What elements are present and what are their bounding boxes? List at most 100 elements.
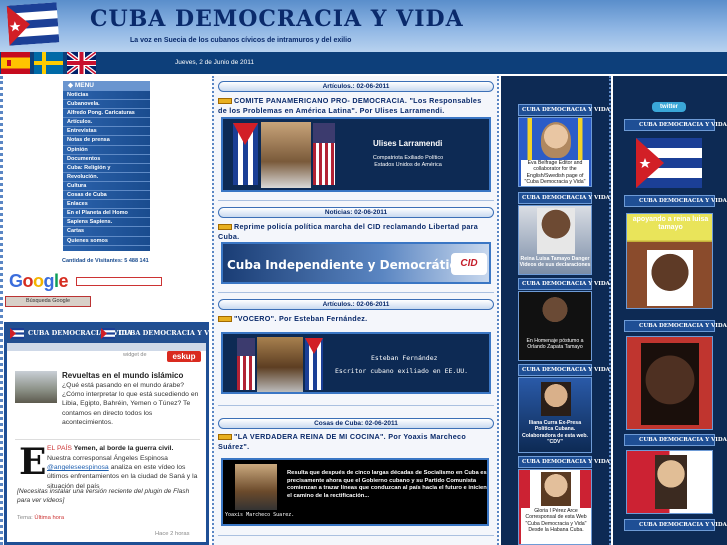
article-separator <box>218 535 494 536</box>
us-flag-image <box>237 338 255 390</box>
google-logo: Google <box>9 271 69 291</box>
widget-banner-title: CUBA DEMOCRACIA Y VIDA <box>28 329 132 337</box>
gloria-perez-photo[interactable]: Gloria I Pérez Arce Corresponsal de esta… <box>518 469 592 545</box>
cuban-flag-logo <box>6 2 60 46</box>
feed2-handle-link[interactable]: @angeleseespinosa <box>47 464 109 471</box>
menu-item-articulos[interactable]: Artículos. <box>63 118 150 128</box>
right-banner: CUBA DEMOCRACIA Y VIDA <box>518 278 610 290</box>
article-icon <box>218 98 232 105</box>
menu-item-sapiens[interactable]: Sapiens Sapiens. <box>63 218 150 228</box>
reina-tamayo-caption: Reina Luisa Tamayo Danger Videos de sus … <box>519 256 591 269</box>
far-right-banner: CUBA DEMOCRACIA Y VIDA <box>624 519 727 531</box>
feed2-source[interactable]: EL PAÍS <box>47 445 72 452</box>
cuban-flag-image <box>305 338 323 390</box>
article-icon <box>218 316 232 323</box>
el-pais-logo: E <box>19 441 47 483</box>
menu-item-revolucion[interactable]: Revolución. <box>63 173 150 182</box>
menu-item-cosas-cuba[interactable]: Cosas de Cuba <box>63 191 150 201</box>
article-image-marcheco[interactable]: Yoaxis Marcheco Suarez. Resulta que desp… <box>221 458 489 526</box>
portrait-face <box>647 250 693 306</box>
article-image-fernandez[interactable]: Esteban Fernández Escritor cubano exilia… <box>221 332 491 394</box>
iliana-curra-photo[interactable]: Iliana Curra Ex-Presa Política Cubana. C… <box>518 377 592 453</box>
far-right-banner: CUBA DEMOCRACIA Y VIDA <box>624 195 727 207</box>
tamayo-support-text: apoyando a reina luisa tamayo <box>632 216 709 231</box>
menu-item-caricaturas[interactable]: Alfredo Pong. Caricaturas <box>63 109 150 119</box>
site-title: CUBA DEMOCRACIA Y VIDA <box>90 6 464 32</box>
feed2-title[interactable]: Yemen, al borde la guerra civil. <box>74 445 174 452</box>
image-caption-sub: Escritor cubano exiliado en EE.UU. <box>335 367 469 375</box>
eskup-logo[interactable]: eskup <box>167 351 201 362</box>
image-caption-sub: Compatriota Exiliado Político Estados Un… <box>372 155 444 168</box>
widget-banner: CUBA DEMOCRACIA Y VIDA CUBA DEMOCRACIA Y… <box>7 325 223 343</box>
english-flag-icon[interactable] <box>67 52 96 74</box>
right-banner: CUBA DEMOCRACIA Y VIDA <box>518 364 610 376</box>
menu-item-opinion[interactable]: Opinión <box>63 146 150 155</box>
article-title[interactable]: COMITE PANAMERICANO PRO- DEMOCRACIA. "Lo… <box>218 96 492 116</box>
iliana-curra-caption: Iliana Curra Ex-Presa Política Cubana. C… <box>521 420 588 446</box>
widget-separator <box>7 343 206 351</box>
eva-belfrage-photo[interactable]: Eva Belfrage Editor and collaborator for… <box>518 117 592 187</box>
menu-item-cartas[interactable]: Cartas <box>63 227 150 237</box>
far-right-banner: CUBA DEMOCRACIA Y VIDA <box>624 119 727 131</box>
feed2-text: Nuestra corresponsal Ángeles Espinosa @a… <box>47 455 198 490</box>
tamayo-support-banner[interactable]: apoyando a reina luisa tamayo <box>626 213 713 309</box>
menu-item-documentos[interactable]: Documentos <box>63 155 150 164</box>
right-banner: CUBA DEMOCRACIA Y VIDA <box>518 456 610 468</box>
menu-item-cubanovela[interactable]: Cubanovela. <box>63 100 150 110</box>
section-header-cosas-cuba[interactable]: Cosas de Cuba: 02-06-2011 <box>218 418 494 429</box>
article-separator <box>218 200 494 201</box>
menu-item-cultura[interactable]: Cultura <box>63 182 150 192</box>
article-icon <box>218 224 232 231</box>
gloria-perez-caption: Gloria I Pérez Arce Corresponsal de esta… <box>521 508 591 544</box>
feed2-timestamp: Hace 2 horas <box>155 531 190 537</box>
article-title[interactable]: "VOCERO". Por Esteban Fernández. <box>218 314 492 324</box>
portrait-face <box>655 455 687 509</box>
cuban-flag-image <box>233 123 258 185</box>
section-header-articulos-2[interactable]: Artículos.: 02-06-2011 <box>218 299 494 310</box>
zapata-portrait[interactable] <box>626 336 713 430</box>
feed1-title[interactable]: Revueltas en el mundo islámico <box>62 371 183 380</box>
feed2-headline: EL PAÍS Yemen, al borde la guerra civil. <box>47 445 173 452</box>
main-menu: ◆ MENU Noticias Cubanovela. Alfredo Pong… <box>63 81 150 251</box>
article-image-cid-banner[interactable]: Cuba Independiente y Democrática CID <box>221 242 491 284</box>
article-separator <box>218 405 494 406</box>
far-right-photo-5[interactable] <box>626 450 713 514</box>
portrait-face <box>541 472 571 506</box>
menu-heading: ◆ MENU <box>63 81 150 91</box>
reina-tamayo-photo[interactable]: Reina Luisa Tamayo Danger Videos de sus … <box>518 205 592 275</box>
menu-item-noticias[interactable]: Noticias <box>63 91 150 101</box>
article-icon <box>218 434 232 441</box>
menu-item-entrevistas[interactable]: Entrevistas <box>63 127 150 137</box>
article-title[interactable]: "LA VERDADERA REINA DE MI COCINA". Por Y… <box>218 432 492 452</box>
google-search-input[interactable] <box>76 277 162 286</box>
portrait-photo <box>261 122 311 188</box>
cuban-flag-icon <box>101 328 115 339</box>
far-right-banner: CUBA DEMOCRACIA Y VIDA <box>624 320 727 332</box>
right-banner: CUBA DEMOCRACIA Y VIDA <box>518 192 610 204</box>
menu-item-notas-prensa[interactable]: Notas de prensa <box>63 136 150 146</box>
section-header-noticias[interactable]: Noticias: 02-06-2011 <box>218 207 494 218</box>
portrait-face <box>537 208 575 254</box>
menu-item-enlaces[interactable]: Enlaces <box>63 200 150 210</box>
zapata-tamayo-photo[interactable]: En Homenaje póstumo a Orlando Zapata Tam… <box>518 291 592 361</box>
portrait-face <box>541 122 571 158</box>
current-date: Jueves, 2 de Junio de 2011 <box>175 59 255 66</box>
article-image-larramendi[interactable]: Ulises Larramendi Compatriota Exiliado P… <box>221 117 491 192</box>
right-banner: CUBA DEMOCRACIA Y VIDA <box>518 104 610 116</box>
image-caption-name: Yoaxis Marcheco Suarez. <box>225 512 295 518</box>
portrait-face <box>541 296 569 330</box>
menu-item-homo-sapiens[interactable]: En el Planeta del Homo <box>63 209 150 219</box>
site-header: CUBA DEMOCRACIA Y VIDA La voz en Suecia … <box>0 0 727 52</box>
topic-link[interactable]: Última hora <box>34 515 64 521</box>
google-search-button[interactable]: Búsqueda Google <box>5 296 91 307</box>
swedish-flag-icon[interactable] <box>34 52 63 74</box>
menu-item-quienes-somos[interactable]: Quienes somos <box>63 237 150 246</box>
section-header-articulos[interactable]: Artículos.: 02-06-2011 <box>218 81 494 92</box>
feed-thumbnail-soldier[interactable] <box>15 371 57 403</box>
cuban-flag-waving <box>636 138 702 188</box>
language-bar <box>0 52 727 74</box>
menu-item-religion[interactable]: Cuba: Religión y <box>63 164 150 173</box>
twitter-button[interactable]: twitter <box>652 102 686 112</box>
article-title[interactable]: Reprime policía política marcha del CID … <box>218 222 492 242</box>
spanish-flag-icon[interactable] <box>1 52 30 74</box>
